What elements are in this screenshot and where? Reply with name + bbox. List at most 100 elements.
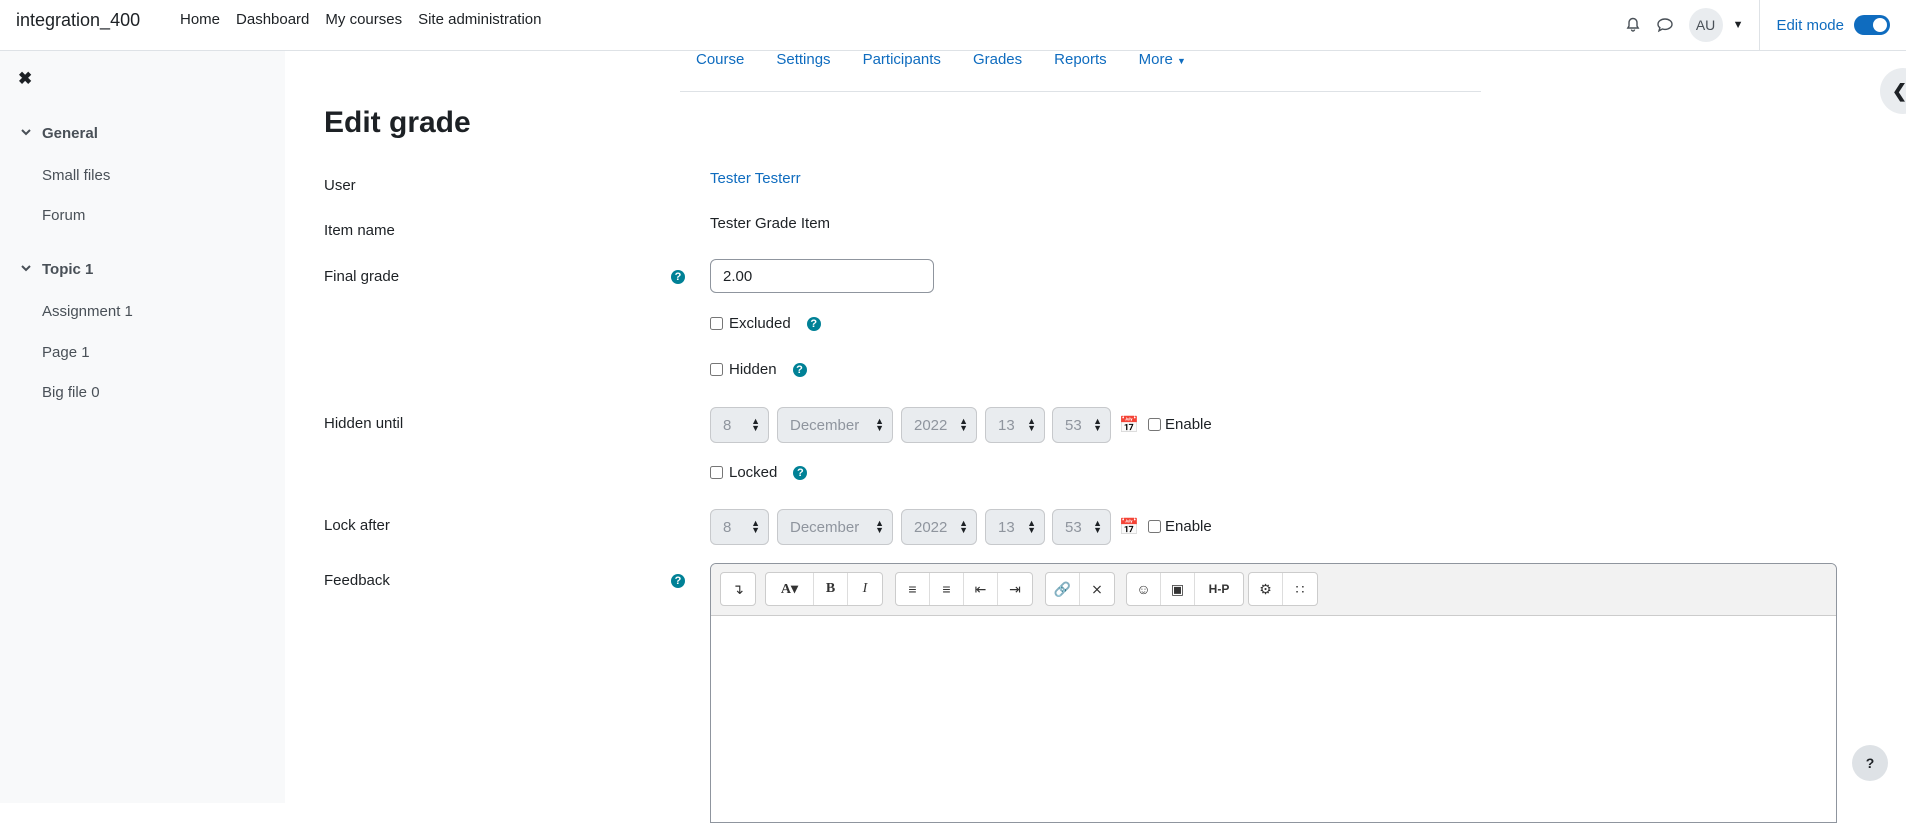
hidden-until-month-select[interactable]: December ▲ ▼ (777, 407, 893, 443)
hidden-until-minute-select[interactable]: 53 ▲ ▼ (1052, 407, 1111, 443)
secondary-navigation: Course Settings Participants Grades Repo… (680, 51, 1481, 92)
lock-after-hour-select[interactable]: 13 ▲ ▼ (985, 509, 1045, 545)
toolbar-group-media: ☺ ▣ H-P (1126, 572, 1244, 606)
section-title: Topic 1 (42, 261, 94, 278)
excluded-label: Excluded (729, 315, 791, 332)
locked-checkbox[interactable] (710, 466, 723, 479)
course-index-item-small-files[interactable]: Small files (42, 167, 110, 184)
site-name-link[interactable]: integration_400 (16, 10, 140, 31)
select-arrows-icon: ▲ ▼ (875, 518, 884, 535)
unordered-list-icon[interactable]: ≡ (896, 573, 930, 605)
help-floating-button[interactable]: ? (1852, 745, 1888, 781)
item-name-value: Tester Grade Item (710, 215, 831, 232)
hidden-until-hour-select[interactable]: 13 ▲ ▼ (985, 407, 1045, 443)
feedback-editor: ↴ A▾ B I ≡ ≡ ⇤ ⇥ 🔗 ⨯ ☺ ▣ H-P ⚙ ∷ (710, 563, 1837, 823)
locked-label: Locked (729, 464, 778, 481)
edit-mode-toggle[interactable] (1854, 15, 1890, 35)
lock-after-year-select[interactable]: 2022 ▲ ▼ (901, 509, 977, 545)
select-arrows-icon: ▲ ▼ (751, 518, 760, 535)
image-icon[interactable]: ▣ (1161, 573, 1195, 605)
item-name-label: Item name (324, 222, 395, 239)
unlink-icon[interactable]: ⨯ (1080, 573, 1114, 605)
lock-after-enable-checkbox[interactable] (1148, 520, 1161, 533)
final-grade-input[interactable] (710, 259, 934, 293)
collapse-icon[interactable]: ↴ (721, 573, 755, 605)
hidden-label: Hidden (729, 361, 777, 378)
toolbar-group-links: 🔗 ⨯ (1045, 572, 1115, 606)
locked-checkbox-row: Locked ? (710, 464, 808, 481)
help-icon[interactable]: ? (671, 574, 685, 588)
indent-icon[interactable]: ⇥ (998, 573, 1032, 605)
lock-after-month-select[interactable]: December ▲ ▼ (777, 509, 893, 545)
hidden-until-enable-checkbox[interactable] (1148, 418, 1161, 431)
edit-mode-control: Edit mode (1760, 15, 1906, 35)
excluded-checkbox-row: Excluded ? (710, 315, 821, 332)
help-icon[interactable]: ? (671, 270, 685, 284)
page-title: Edit grade (324, 106, 471, 139)
help-icon[interactable]: ? (792, 362, 807, 377)
help-icon[interactable]: ? (806, 316, 821, 331)
user-profile-link[interactable]: Tester Testerr (710, 170, 801, 187)
nav-dashboard-link[interactable]: Dashboard (236, 11, 309, 28)
chevron-down-icon (20, 261, 32, 278)
calendar-icon[interactable]: 📅 (1119, 517, 1139, 537)
select-arrows-icon: ▲ ▼ (1093, 518, 1102, 535)
user-menu-chevron-down-icon[interactable]: ▼ (1733, 19, 1744, 31)
tab-grades[interactable]: Grades (973, 51, 1022, 68)
course-index-item-assignment-1[interactable]: Assignment 1 (42, 303, 133, 320)
lock-after-minute-select[interactable]: 53 ▲ ▼ (1052, 509, 1111, 545)
course-index-item-forum[interactable]: Forum (42, 207, 85, 224)
italic-icon[interactable]: I (848, 573, 882, 605)
font-style-icon[interactable]: A▾ (766, 573, 814, 605)
outdent-icon[interactable]: ⇤ (964, 573, 998, 605)
messages-chat-icon[interactable] (1649, 9, 1681, 41)
accessibility-checker-icon[interactable]: ⚙ (1249, 573, 1283, 605)
lock-after-label: Lock after (324, 517, 390, 534)
edit-mode-label: Edit mode (1776, 16, 1844, 34)
excluded-checkbox[interactable] (710, 317, 723, 330)
final-grade-label: Final grade (324, 268, 400, 285)
open-block-drawer-button[interactable]: ❮ (1880, 68, 1906, 114)
h5p-icon[interactable]: H-P (1195, 573, 1243, 605)
user-avatar[interactable]: AU (1688, 8, 1723, 42)
hidden-checkbox[interactable] (710, 363, 723, 376)
course-section-general[interactable]: General (20, 125, 98, 142)
lock-after-day-select[interactable]: 8 ▲ ▼ (710, 509, 769, 545)
bold-icon[interactable]: B (814, 573, 848, 605)
emoji-icon[interactable]: ☺ (1127, 573, 1161, 605)
hidden-checkbox-row: Hidden ? (710, 361, 807, 378)
nav-my-courses-link[interactable]: My courses (325, 11, 402, 28)
close-drawer-icon[interactable]: ✖ (18, 69, 32, 89)
toolbar-group-style: A▾ B I (765, 572, 883, 606)
top-navbar: integration_400 Home Dashboard My course… (0, 0, 1906, 51)
tab-more[interactable]: More ▼ (1139, 51, 1186, 68)
lock-after-enable-row: Enable (1148, 518, 1212, 535)
course-section-topic-1[interactable]: Topic 1 (20, 261, 93, 278)
link-icon[interactable]: 🔗 (1046, 573, 1080, 605)
tab-reports[interactable]: Reports (1054, 51, 1107, 68)
toolbar-group-lists: ≡ ≡ ⇤ ⇥ (895, 572, 1033, 606)
user-label: User (324, 177, 356, 194)
course-index-item-big-file-0[interactable]: Big file 0 (42, 384, 100, 401)
hidden-until-year-select[interactable]: 2022 ▲ ▼ (901, 407, 977, 443)
editor-toolbar: ↴ A▾ B I ≡ ≡ ⇤ ⇥ 🔗 ⨯ ☺ ▣ H-P ⚙ ∷ (711, 564, 1836, 616)
select-arrows-icon: ▲ ▼ (959, 518, 968, 535)
toolbar-group-collapse: ↴ (720, 572, 756, 606)
course-index-item-page-1[interactable]: Page 1 (42, 344, 90, 361)
calendar-icon[interactable]: 📅 (1119, 415, 1139, 435)
tab-course[interactable]: Course (696, 51, 744, 68)
ordered-list-icon[interactable]: ≡ (930, 573, 964, 605)
select-arrows-icon: ▲ ▼ (1093, 416, 1102, 433)
feedback-label: Feedback (324, 572, 390, 589)
tab-participants[interactable]: Participants (863, 51, 941, 68)
help-icon[interactable]: ? (793, 465, 808, 480)
screenreader-helper-icon[interactable]: ∷ (1283, 573, 1317, 605)
nav-site-administration-link[interactable]: Site administration (418, 11, 541, 28)
notifications-bell-icon[interactable] (1617, 9, 1649, 41)
select-arrows-icon: ▲ ▼ (875, 416, 884, 433)
tab-settings[interactable]: Settings (776, 51, 830, 68)
nav-home-link[interactable]: Home (180, 11, 220, 28)
editor-content-area[interactable] (711, 616, 1836, 822)
hidden-until-day-select[interactable]: 8 ▲ ▼ (710, 407, 769, 443)
chevron-down-icon: ▼ (1177, 56, 1186, 66)
